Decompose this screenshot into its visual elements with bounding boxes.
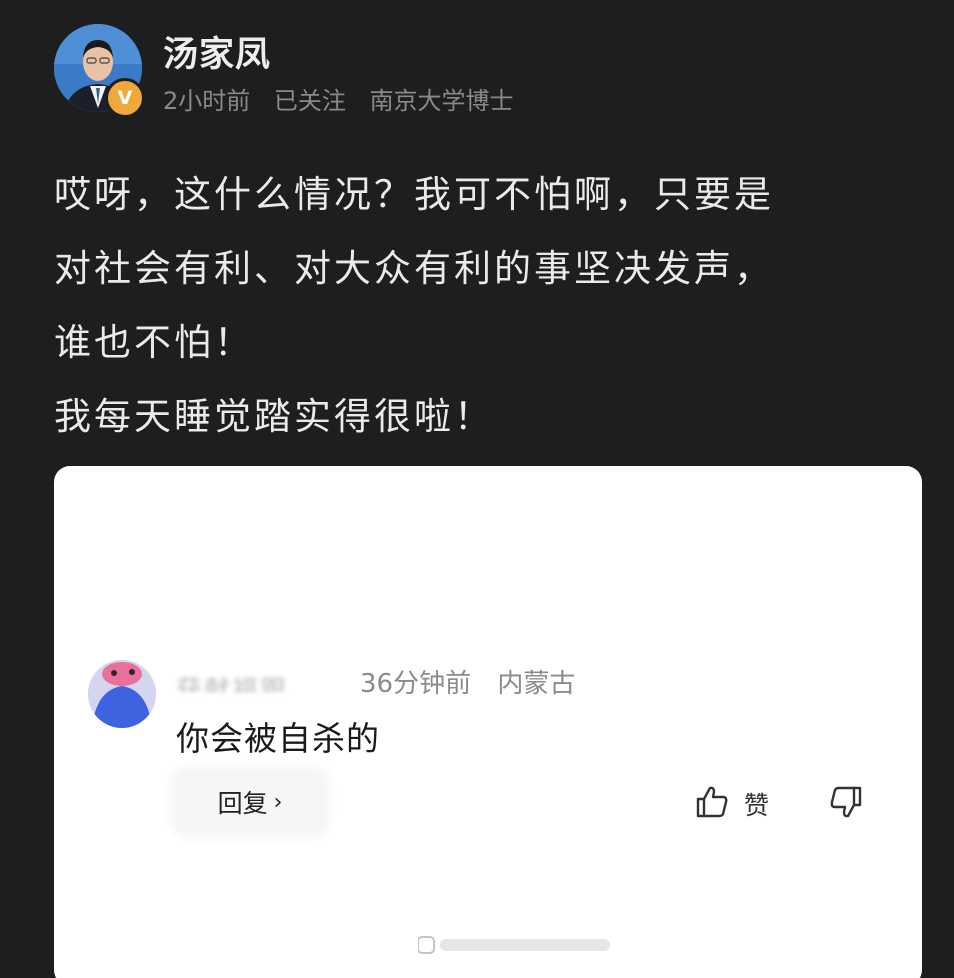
follow-status[interactable]: 已关注 [274,87,346,115]
commenter-avatar [88,660,156,728]
post-line: 谁也不怕！ [54,321,254,364]
comment-location: 内蒙古 [497,669,576,699]
post-time: 2小时前 [163,87,251,115]
post-line: 我每天睡觉踏实得很啦！ [54,395,494,438]
post-line: 哎呀，这什么情况？我可不怕啊，只要是 [54,173,774,216]
comment-text: 你会被自杀的 [176,719,380,758]
post-meta: 2小时前 已关注 南京大学博士 [163,81,530,116]
post-screen: V 汤家凤 2小时前 已关注 南京大学博士 哎呀，这什么情况？我可不怕啊，只要是… [0,0,954,978]
verified-v-icon: V [105,78,145,118]
post-body: 哎呀，这什么情况？我可不怕啊，只要是 对社会有利、对大众有利的事坚决发声， 谁也… [54,158,914,454]
dislike-button[interactable] [828,784,864,824]
like-label: 赞 [744,791,770,820]
comment-time: 36分钟前 [360,669,472,699]
comment-screenshot-card[interactable]: 获献福跟 36分钟前 内蒙古 你会被自杀的 回复 › 赞 [54,466,922,978]
thumbs-up-icon [694,784,730,824]
author-title: 南京大学博士 [369,87,514,115]
commenter-name[interactable]: 获献福跟 [176,670,288,692]
like-button[interactable]: 赞 [694,782,769,826]
reply-label: 回复 [217,789,268,818]
author-name[interactable]: 汤家凤 [163,26,271,77]
watermark [417,934,618,961]
thumbs-down-icon [828,786,864,824]
post-line: 对社会有利、对大众有利的事坚决发声， [54,247,774,290]
reply-button[interactable]: 回复 › [176,772,324,832]
chevron-right-icon: › [273,789,283,815]
comment-meta: 36分钟前 内蒙古 [360,663,593,700]
